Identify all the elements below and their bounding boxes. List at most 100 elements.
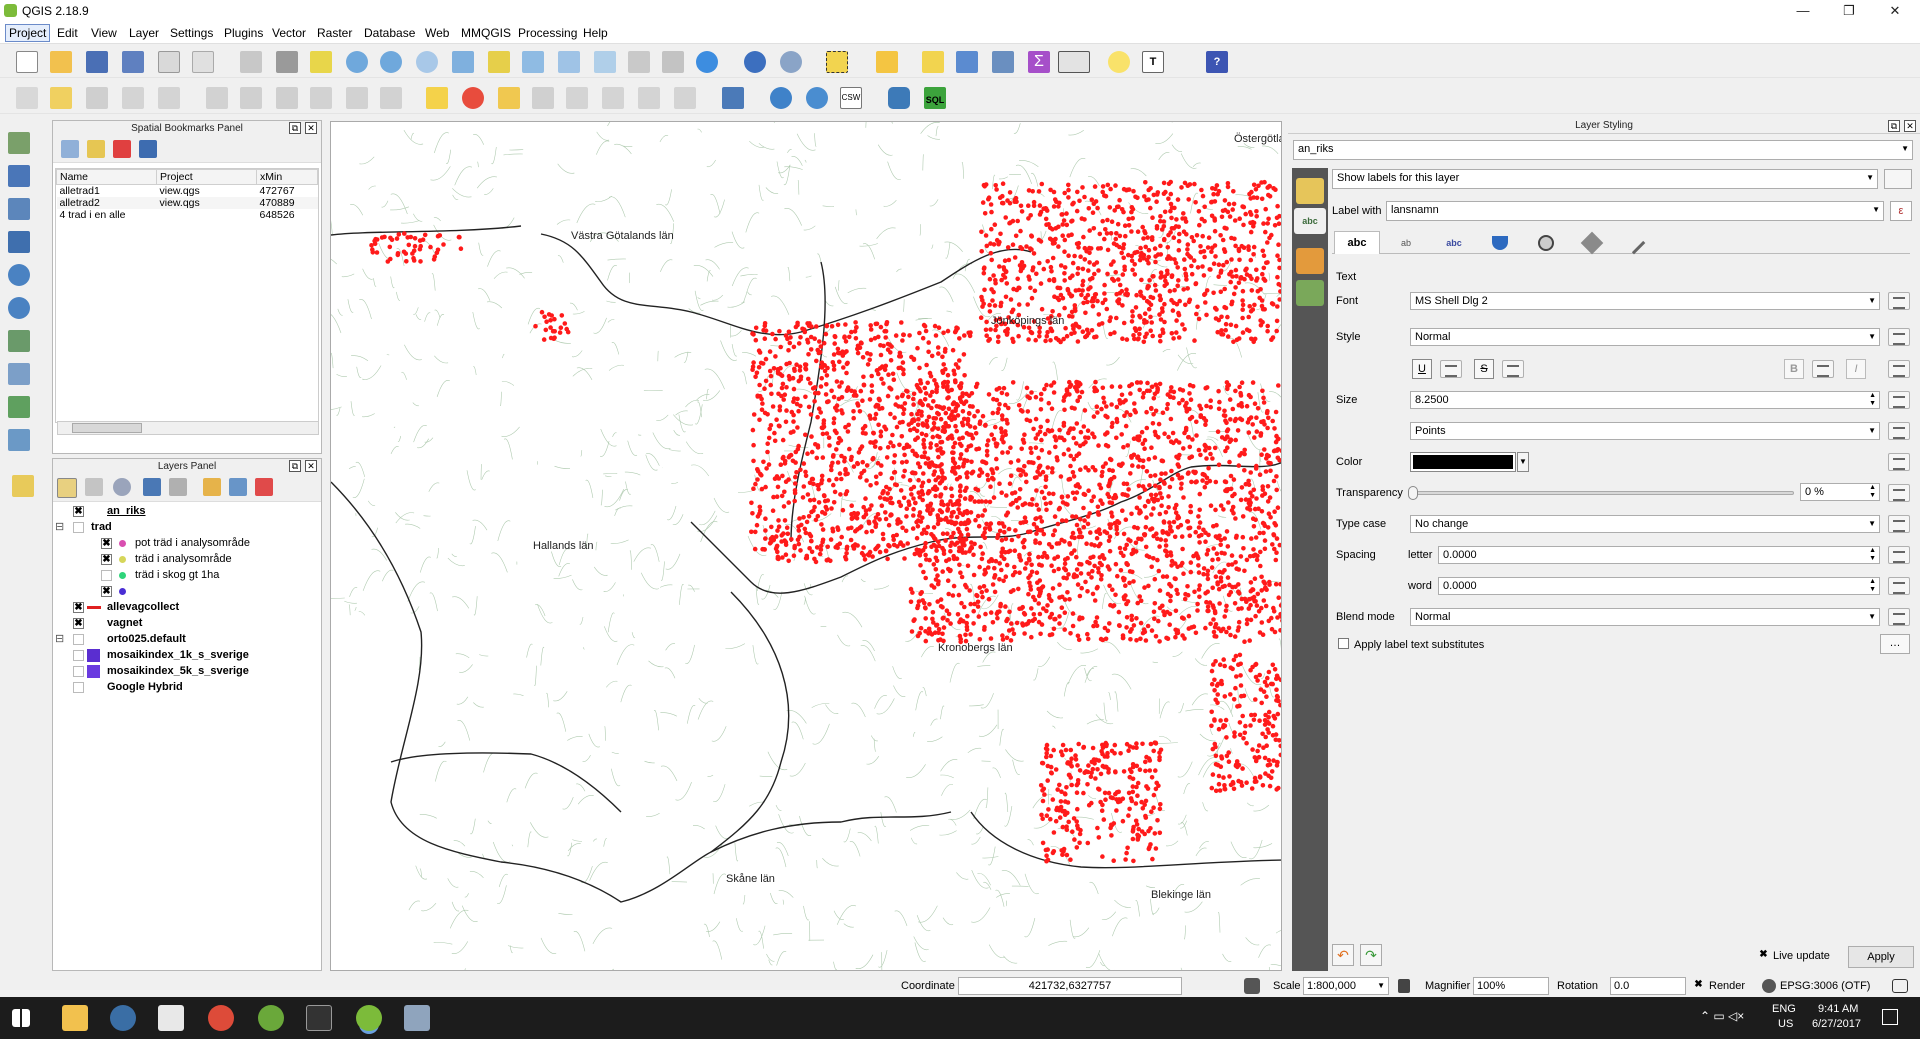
collapse-all-icon[interactable] — [229, 478, 247, 496]
menu-view[interactable]: View — [91, 26, 117, 40]
horizontal-scrollbar[interactable] — [57, 421, 319, 435]
remove-layer-icon[interactable] — [255, 478, 273, 496]
scrollbar-thumb[interactable] — [72, 423, 142, 433]
composer-manager-icon[interactable] — [192, 51, 214, 73]
node-tool-icon[interactable] — [206, 87, 228, 109]
delete-bookmark-icon[interactable] — [113, 140, 131, 158]
menu-database[interactable]: Database — [364, 26, 415, 40]
layer-visibility-checkbox[interactable] — [101, 570, 112, 581]
save-as-icon[interactable] — [122, 51, 144, 73]
layer-visibility-checkbox[interactable] — [73, 522, 84, 533]
table-row[interactable]: 4 trad i en alle 648526 — [57, 209, 318, 221]
expand-collapse-icon[interactable]: ⊟ — [55, 632, 64, 647]
add-raster-layer-icon[interactable] — [8, 165, 30, 187]
menu-raster[interactable]: Raster — [317, 26, 352, 40]
add-delimited-text-icon[interactable] — [8, 363, 30, 385]
table-row[interactable]: alletrad1 view.qgs 472767 — [57, 185, 318, 198]
add-wcs-icon[interactable] — [8, 297, 30, 319]
node-edit-icon[interactable] — [240, 87, 262, 109]
zoom-selection-icon[interactable] — [488, 51, 510, 73]
new-shapefile-icon[interactable] — [8, 396, 30, 418]
new-print-composer-icon[interactable] — [158, 51, 180, 73]
layer-visibility-checkbox[interactable] — [73, 682, 84, 693]
table-row[interactable]: alletrad2 view.qgs 470889 — [56, 197, 318, 209]
zoom-actual-icon[interactable] — [416, 51, 438, 73]
paste-features-icon[interactable] — [380, 87, 402, 109]
menu-settings[interactable]: Settings — [170, 26, 213, 40]
menu-web[interactable]: Web — [425, 26, 449, 40]
maximize-button[interactable]: ❐ — [1826, 0, 1872, 22]
new-project-icon[interactable] — [16, 51, 38, 73]
add-feature-icon[interactable] — [122, 87, 144, 109]
zoom-to-bookmark-icon[interactable] — [61, 140, 79, 158]
zoom-full-icon[interactable] — [452, 51, 474, 73]
select-by-expression-icon[interactable] — [876, 51, 898, 73]
sql-icon[interactable]: SQL — [924, 87, 946, 109]
db-manager-icon[interactable] — [722, 87, 744, 109]
save-edits-icon[interactable] — [86, 87, 108, 109]
help-icon[interactable]: ? — [1206, 51, 1228, 73]
open-project-icon[interactable] — [50, 51, 72, 73]
python-console-icon[interactable] — [888, 87, 910, 109]
show-bookmarks-icon[interactable] — [662, 51, 684, 73]
measure-icon[interactable] — [1058, 51, 1090, 73]
share-bookmark-icon[interactable] — [139, 140, 157, 158]
touch-zoom-icon[interactable] — [240, 51, 262, 73]
add-group-icon[interactable] — [85, 478, 103, 496]
menu-vector[interactable]: Vector — [272, 26, 306, 40]
float-panel-button[interactable]: ⧉ — [289, 122, 301, 134]
minimize-button[interactable]: — — [1780, 0, 1826, 22]
add-bookmark-icon[interactable] — [87, 140, 105, 158]
label-tool-icon[interactable] — [426, 87, 448, 109]
rotate-label-icon[interactable] — [602, 87, 624, 109]
menu-plugins[interactable]: Plugins — [224, 26, 263, 40]
layer-visibility-checkbox[interactable] — [73, 634, 84, 645]
diagram-icon[interactable] — [462, 87, 484, 109]
float-panel-button[interactable]: ⧉ — [289, 460, 301, 472]
layer-visibility-checkbox[interactable]: ✖ — [101, 554, 112, 565]
menu-processing[interactable]: Processing — [518, 26, 577, 40]
text-annotation-icon[interactable]: T — [1142, 51, 1164, 73]
layer-visibility-checkbox[interactable]: ✖ — [73, 602, 84, 613]
label-properties-icon[interactable] — [674, 87, 696, 109]
column-header-xmin[interactable]: xMin — [256, 169, 318, 185]
new-bookmark-icon[interactable] — [628, 51, 650, 73]
pan-map-icon[interactable] — [276, 51, 298, 73]
layer-visibility-checkbox[interactable]: ✖ — [73, 618, 84, 629]
move-label-icon[interactable] — [566, 87, 588, 109]
layer-style-icon[interactable] — [57, 478, 77, 498]
menu-layer[interactable]: Layer — [129, 26, 159, 40]
edit-pencil-icon[interactable] — [50, 87, 72, 109]
field-calculator-icon[interactable] — [992, 51, 1014, 73]
pan-to-selection-icon[interactable] — [310, 51, 332, 73]
toggle-editing-icon[interactable] — [16, 87, 38, 109]
menu-mmqgis[interactable]: MMQGIS — [461, 26, 511, 40]
menu-edit[interactable]: Edit — [57, 26, 78, 40]
show-hide-labels-icon[interactable] — [532, 87, 554, 109]
cut-features-icon[interactable] — [310, 87, 332, 109]
map-tips-icon[interactable] — [1108, 51, 1130, 73]
column-header-project[interactable]: Project — [156, 169, 257, 185]
close-panel-button[interactable]: ✕ — [305, 460, 317, 472]
move-feature-icon[interactable] — [158, 87, 180, 109]
expand-all-icon[interactable] — [203, 478, 221, 496]
select-features-icon[interactable] — [826, 51, 848, 73]
zoom-last-icon[interactable] — [558, 51, 580, 73]
zoom-next-icon[interactable] — [594, 51, 616, 73]
refresh-icon[interactable] — [696, 51, 718, 73]
layer-visibility-checkbox[interactable]: ✖ — [73, 506, 84, 517]
save-project-icon[interactable] — [86, 51, 108, 73]
filter-expression-icon[interactable] — [169, 478, 187, 496]
menu-project[interactable]: Project — [5, 24, 51, 42]
add-spatialite-icon[interactable] — [8, 198, 30, 220]
copy-features-icon[interactable] — [346, 87, 368, 109]
layer-visibility-checkbox[interactable] — [73, 666, 84, 677]
pin-labels-icon[interactable] — [498, 87, 520, 109]
add-vector-layer-icon[interactable] — [8, 132, 30, 154]
zoom-layer-icon[interactable] — [522, 51, 544, 73]
new-spatialite-layer-icon[interactable] — [8, 429, 30, 451]
add-wfs-icon[interactable] — [8, 330, 30, 352]
manage-themes-icon[interactable] — [113, 478, 131, 496]
map-canvas[interactable]: Västra Götalands län Östergötla Jönköpings… — [330, 121, 1282, 971]
column-header-name[interactable]: Name — [56, 169, 157, 185]
